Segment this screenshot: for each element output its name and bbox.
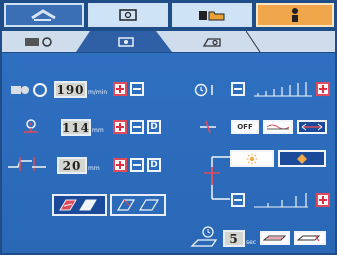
sun-icon <box>246 153 258 164</box>
stitch-minus-button[interactable] <box>130 120 144 134</box>
offset-unit: mm <box>88 165 100 172</box>
home-icon <box>31 9 56 21</box>
wave-icon <box>266 124 290 130</box>
level-bars-icon <box>254 193 308 208</box>
stitch-plus-button[interactable] <box>113 120 127 134</box>
presser-mode-a-button[interactable] <box>260 231 290 245</box>
double-fold-icon <box>59 199 97 211</box>
stitch-unit: mm <box>92 127 104 134</box>
single-fold-icon <box>116 199 160 211</box>
home-tab[interactable] <box>4 3 84 27</box>
sub-tab-bar <box>2 31 335 52</box>
offset-plus-button[interactable] <box>113 158 127 172</box>
light-mode-button[interactable] <box>278 150 326 167</box>
ramp-plus-button[interactable] <box>316 82 330 96</box>
speed-plus-button[interactable] <box>113 82 127 96</box>
top-tab-bar <box>2 2 335 29</box>
camera-icon <box>118 36 134 47</box>
presser-a-icon <box>263 235 287 241</box>
offset-minus-button[interactable] <box>130 158 144 172</box>
cutter-icon <box>200 120 216 134</box>
timer-unit: sec <box>246 239 257 246</box>
control-screen: 190 m/min 114 mm D 20 mm D OFF 5 sec <box>0 0 337 255</box>
speed-value[interactable]: 190 <box>54 81 87 98</box>
clock-icon <box>194 83 213 97</box>
offset-icon <box>8 157 46 171</box>
tab-edge <box>246 31 261 52</box>
presser-mode-b-button[interactable] <box>294 231 326 245</box>
mode-double-button[interactable] <box>52 194 107 216</box>
light-on-button[interactable] <box>230 150 274 167</box>
ramp-minus-button[interactable] <box>231 82 245 96</box>
ramp-level-icon <box>254 82 312 97</box>
level-minus-button[interactable] <box>231 193 245 207</box>
screen-tab[interactable] <box>88 3 168 27</box>
tab-camera[interactable] <box>92 31 162 52</box>
timer-value[interactable]: 5 <box>223 230 245 247</box>
cutter-mode-a-button[interactable] <box>263 120 293 134</box>
diamond-icon <box>297 153 307 164</box>
cutter-off-button[interactable]: OFF <box>231 120 259 134</box>
settings-panel: 190 m/min 114 mm D 20 mm D OFF 5 sec <box>2 53 335 253</box>
tab-counter[interactable] <box>6 31 76 52</box>
mode-single-button[interactable] <box>110 194 166 216</box>
arrows-icon <box>301 123 323 131</box>
bracket-connector <box>204 156 230 200</box>
counter-icon <box>25 36 52 47</box>
timer-presser-icon <box>190 226 218 247</box>
level-plus-button[interactable] <box>316 193 330 207</box>
stitch-icon <box>24 119 38 133</box>
folder-icon <box>199 11 225 21</box>
settings-icon <box>202 37 221 47</box>
folder-tab[interactable] <box>172 3 252 27</box>
cutter-mode-b-button[interactable] <box>297 120 327 134</box>
offset-value[interactable]: 20 <box>57 157 87 174</box>
user-tab[interactable] <box>256 3 334 27</box>
tab-settings[interactable] <box>178 31 248 52</box>
stitch-value[interactable]: 114 <box>61 119 91 136</box>
speed-unit: m/min <box>88 89 108 96</box>
speed-minus-button[interactable] <box>130 82 144 96</box>
user-icon <box>292 8 298 22</box>
presser-b-icon <box>297 234 321 242</box>
stitch-default-button[interactable]: D <box>147 120 161 134</box>
monitor-icon <box>119 9 137 21</box>
offset-default-button[interactable]: D <box>147 158 161 172</box>
thread-speed-icon <box>11 83 47 97</box>
